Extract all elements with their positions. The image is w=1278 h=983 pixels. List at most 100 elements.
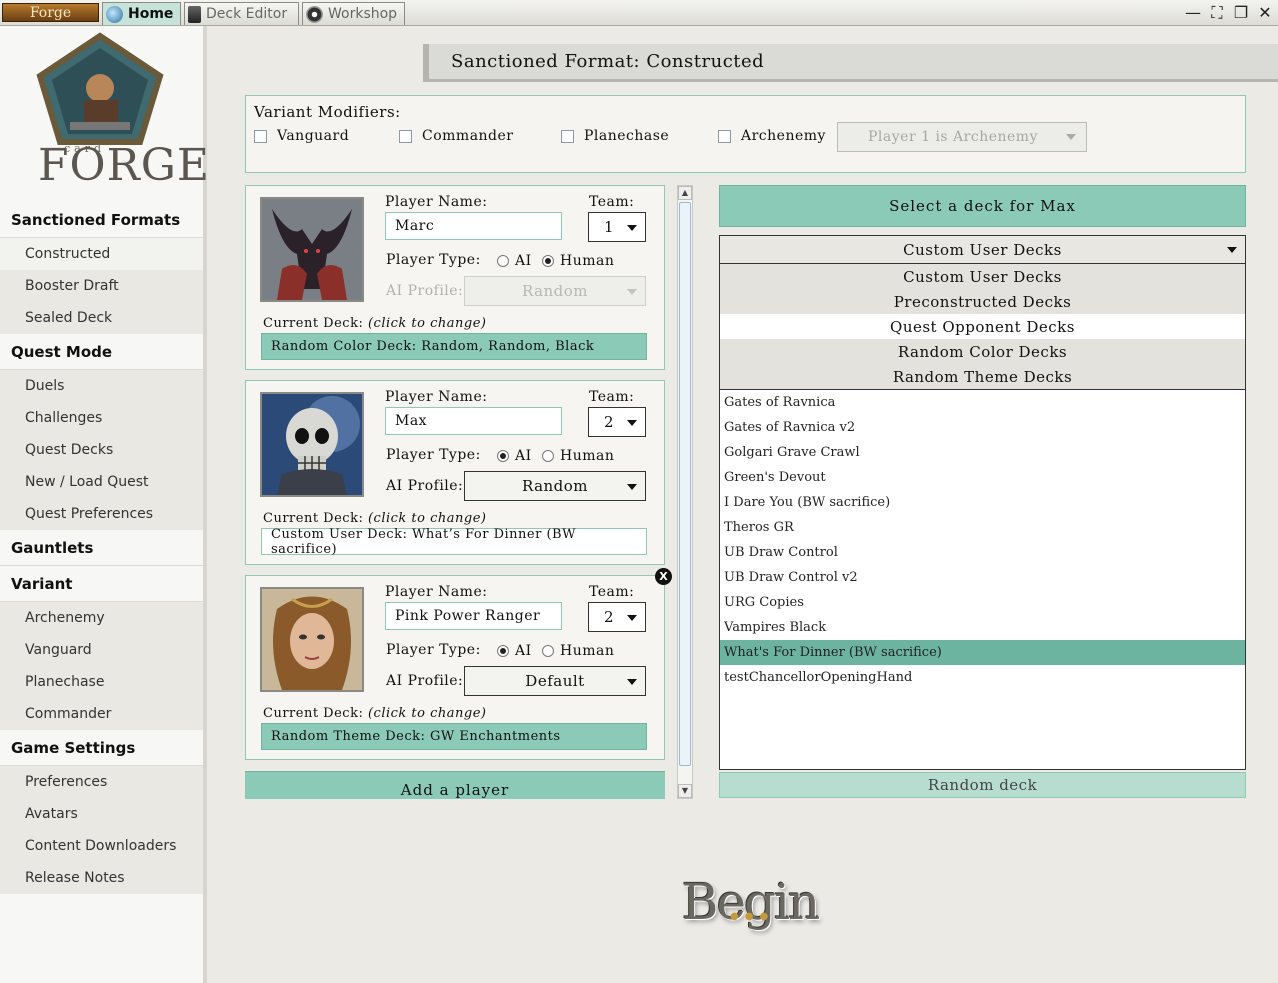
player-type-ai-radio[interactable]: AI	[497, 253, 532, 269]
dropdown-option[interactable]: Quest Opponent Decks	[720, 314, 1245, 339]
restore-icon[interactable]: ❐	[1231, 3, 1251, 23]
radio-label: AI	[515, 448, 532, 464]
fullscreen-icon[interactable]: ⛶	[1207, 3, 1227, 23]
dropdown-option[interactable]: Random Theme Decks	[720, 364, 1245, 389]
dropdown-option[interactable]: Preconstructed Decks	[720, 289, 1245, 314]
list-item[interactable]: Theros GR	[720, 515, 1245, 540]
sidebar-item-booster-draft[interactable]: Booster Draft	[0, 270, 203, 302]
radio-dot	[542, 450, 554, 462]
sidebar-item-quest-preferences[interactable]: Quest Preferences	[0, 498, 203, 530]
archenemy-select-value: Player 1 is Archenemy	[868, 129, 1038, 145]
player-name-input[interactable]: Max	[385, 407, 562, 435]
sidebar-item-vanguard[interactable]: Vanguard	[0, 634, 203, 666]
sidebar-item-planechase[interactable]: Planechase	[0, 666, 203, 698]
current-deck-text: Current Deck:	[263, 511, 364, 526]
sidebar-item-avatars[interactable]: Avatars	[0, 798, 203, 830]
avatar[interactable]	[260, 587, 364, 692]
ai-profile-select[interactable]: Random	[464, 276, 646, 306]
ai-profile-value: Default	[525, 672, 585, 690]
dropdown-option[interactable]: Random Color Decks	[720, 339, 1245, 364]
sidebar-item-preferences[interactable]: Preferences	[0, 766, 203, 798]
sidebar-item-new-load-quest[interactable]: New / Load Quest	[0, 466, 203, 498]
avatar[interactable]	[260, 197, 364, 302]
player-type-ai-radio[interactable]: AI	[497, 448, 532, 464]
random-deck-button[interactable]: Random deck	[719, 772, 1246, 798]
ai-profile-select[interactable]: Random	[464, 471, 646, 501]
team-label: Team:	[589, 584, 635, 600]
list-item[interactable]: I Dare You (BW sacrifice)	[720, 490, 1245, 515]
chevron-down-icon	[627, 679, 637, 685]
tab-home[interactable]: Home	[102, 2, 181, 25]
sidebar-item-quest-decks[interactable]: Quest Decks	[0, 434, 203, 466]
checkbox-box	[399, 129, 412, 143]
list-item[interactable]: UB Draw Control v2	[720, 565, 1245, 590]
close-icon[interactable]: ✕	[1255, 3, 1275, 23]
logo-forge-text: FORGE	[38, 140, 210, 191]
sidebar-section-game-settings: Game Settings	[0, 730, 203, 766]
chevron-down-icon	[627, 420, 637, 426]
player-type-human-radio[interactable]: Human	[542, 253, 614, 269]
ai-profile-label: AI Profile:	[386, 283, 464, 299]
list-item[interactable]: testChancellorOpeningHand	[720, 665, 1245, 690]
tab-deck-editor[interactable]: Deck Editor	[184, 2, 299, 25]
deck-category-select[interactable]: Custom User Decks	[719, 235, 1246, 264]
dropdown-option[interactable]: Custom User Decks	[720, 264, 1245, 289]
ai-profile-select[interactable]: Default	[464, 666, 646, 696]
deck-icon	[188, 5, 201, 23]
current-deck-button[interactable]: Random Color Deck: Random, Random, Black	[261, 333, 647, 360]
minimize-icon[interactable]: —	[1183, 3, 1203, 23]
list-item[interactable]: Golgari Grave Crawl	[720, 440, 1245, 465]
sidebar-section-gauntlets[interactable]: Gauntlets	[0, 530, 203, 566]
avatar[interactable]	[260, 392, 364, 497]
vanguard-checkbox[interactable]: Vanguard	[254, 128, 349, 144]
player-type-human-radio[interactable]: Human	[542, 448, 614, 464]
list-item[interactable]: Gates of Ravnica	[720, 390, 1245, 415]
woman-avatar-icon	[262, 589, 362, 690]
planechase-checkbox[interactable]: Planechase	[561, 128, 669, 144]
players-scrollbar[interactable]: ▲ ▼	[677, 185, 693, 799]
sidebar-item-challenges[interactable]: Challenges	[0, 402, 203, 434]
radio-label: Human	[560, 448, 615, 464]
sidebar-item-constructed[interactable]: Constructed	[0, 238, 203, 270]
player-name-input[interactable]: Marc	[385, 212, 562, 240]
team-select[interactable]: 1	[588, 212, 646, 242]
current-deck-button[interactable]: Random Theme Deck: GW Enchantments	[261, 723, 647, 750]
sidebar-item-archenemy[interactable]: Archenemy	[0, 602, 203, 634]
begin-button[interactable]: Begin	[680, 862, 821, 942]
team-label: Team:	[589, 194, 635, 210]
commander-checkbox[interactable]: Commander	[399, 128, 514, 144]
tab-workshop[interactable]: Workshop	[302, 2, 405, 25]
team-select[interactable]: 2	[588, 407, 646, 437]
scrollbar-thumb[interactable]	[679, 202, 691, 766]
team-value: 2	[604, 413, 614, 431]
sidebar-item-duels[interactable]: Duels	[0, 370, 203, 402]
current-deck-text: Current Deck:	[263, 706, 364, 721]
player-type-ai-radio[interactable]: AI	[497, 643, 532, 659]
scroll-up-icon[interactable]: ▲	[678, 186, 692, 200]
add-player-button[interactable]: Add a player	[245, 771, 665, 799]
current-deck-label: Current Deck: (click to change)	[263, 706, 486, 721]
begin-gem-icon: ●●●	[730, 911, 775, 922]
archenemy-select[interactable]: Player 1 is Archenemy	[837, 122, 1087, 152]
checkbox-box	[561, 129, 574, 143]
player-type-human-radio[interactable]: Human	[542, 643, 614, 659]
list-item[interactable]: Gates of Ravnica v2	[720, 415, 1245, 440]
list-item[interactable]: URG Copies	[720, 590, 1245, 615]
sidebar-item-content-downloaders[interactable]: Content Downloaders	[0, 830, 203, 862]
list-item[interactable]: UB Draw Control	[720, 540, 1245, 565]
current-deck-button[interactable]: Custom User Deck: What’s For Dinner (BW …	[261, 527, 647, 557]
list-item[interactable]: Vampires Black	[720, 615, 1245, 640]
forge-menu-button[interactable]: Forge	[2, 3, 99, 22]
remove-player-icon[interactable]: X	[655, 568, 672, 585]
scroll-down-icon[interactable]: ▼	[678, 784, 692, 798]
list-item-selected[interactable]: What's For Dinner (BW sacrifice)	[720, 640, 1245, 665]
sidebar-item-sealed-deck[interactable]: Sealed Deck	[0, 302, 203, 334]
list-item[interactable]: Green's Devout	[720, 465, 1245, 490]
team-select[interactable]: 2	[588, 602, 646, 632]
player-name-input[interactable]: Pink Power Ranger	[385, 602, 562, 630]
player-name-label: Player Name:	[385, 389, 488, 405]
checkbox-label: Vanguard	[277, 128, 350, 144]
archenemy-checkbox[interactable]: Archenemy	[718, 128, 826, 144]
sidebar-item-commander[interactable]: Commander	[0, 698, 203, 730]
sidebar-item-release-notes[interactable]: Release Notes	[0, 862, 203, 894]
